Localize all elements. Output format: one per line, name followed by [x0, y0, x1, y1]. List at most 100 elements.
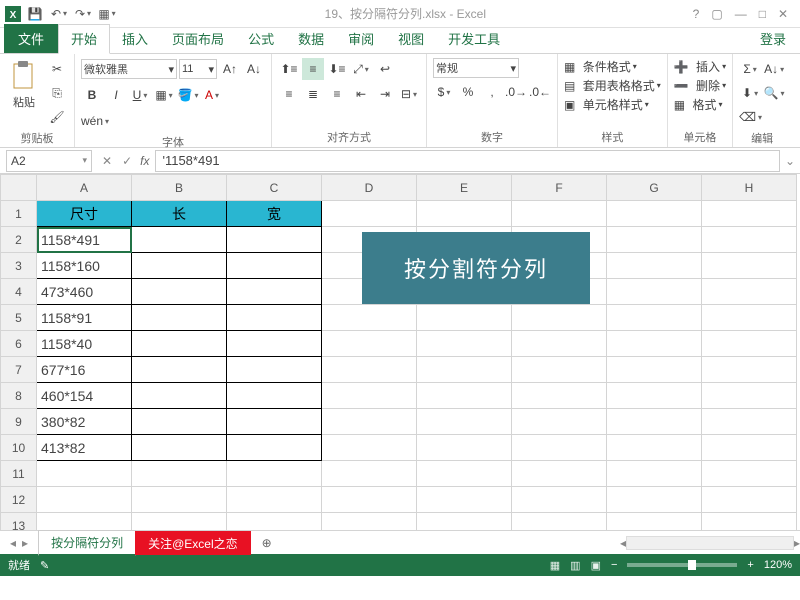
- tab-review[interactable]: 审阅: [336, 25, 386, 53]
- cell-A12[interactable]: [37, 487, 132, 513]
- insert-cells-button[interactable]: ➕ 插入▾: [674, 58, 726, 75]
- col-header-B[interactable]: B: [132, 175, 227, 201]
- cell-E12[interactable]: [417, 487, 512, 513]
- decrease-indent-icon[interactable]: ⇤: [350, 83, 372, 105]
- sheet-tab-1[interactable]: 按分隔符分列: [38, 530, 136, 556]
- grid[interactable]: ABCDEFGH1尺寸长宽21158*49131158*1604473*4605…: [0, 174, 800, 530]
- name-box[interactable]: A2▾: [6, 150, 92, 172]
- cell-E10[interactable]: [417, 435, 512, 461]
- row-header-7[interactable]: 7: [1, 357, 37, 383]
- cell-A4[interactable]: 473*460: [37, 279, 132, 305]
- cancel-formula-icon[interactable]: ✕: [102, 154, 112, 168]
- increase-indent-icon[interactable]: ⇥: [374, 83, 396, 105]
- cell-H2[interactable]: [702, 227, 797, 253]
- cell-G1[interactable]: [607, 201, 702, 227]
- row-header-6[interactable]: 6: [1, 331, 37, 357]
- row-header-11[interactable]: 11: [1, 461, 37, 487]
- cell-B9[interactable]: [132, 409, 227, 435]
- tab-developer[interactable]: 开发工具: [436, 25, 512, 53]
- close-icon[interactable]: ✕: [778, 7, 788, 21]
- cell-C12[interactable]: [227, 487, 322, 513]
- cell-F10[interactable]: [512, 435, 607, 461]
- bold-button[interactable]: B: [81, 84, 103, 106]
- row-header-10[interactable]: 10: [1, 435, 37, 461]
- cell-E11[interactable]: [417, 461, 512, 487]
- cell-H11[interactable]: [702, 461, 797, 487]
- delete-cells-button[interactable]: ➖ 删除▾: [674, 77, 726, 94]
- col-header-F[interactable]: F: [512, 175, 607, 201]
- row-header-5[interactable]: 5: [1, 305, 37, 331]
- cut-icon[interactable]: ✂: [46, 58, 68, 80]
- cell-B12[interactable]: [132, 487, 227, 513]
- conditional-format-button[interactable]: ▦ 条件格式▾: [564, 58, 661, 75]
- undo-icon[interactable]: ↶: [48, 3, 70, 25]
- decrease-font-icon[interactable]: A↓: [243, 58, 265, 80]
- cell-C11[interactable]: [227, 461, 322, 487]
- tab-data[interactable]: 数据: [286, 25, 336, 53]
- cell-G3[interactable]: [607, 253, 702, 279]
- cell-H8[interactable]: [702, 383, 797, 409]
- cell-D12[interactable]: [322, 487, 417, 513]
- cell-C7[interactable]: [227, 357, 322, 383]
- cell-G8[interactable]: [607, 383, 702, 409]
- cell-E9[interactable]: [417, 409, 512, 435]
- cell-H13[interactable]: [702, 513, 797, 531]
- font-family-select[interactable]: 微软雅黑▾: [81, 59, 177, 79]
- row-header-4[interactable]: 4: [1, 279, 37, 305]
- font-size-select[interactable]: 11▾: [179, 59, 217, 79]
- fill-color-icon[interactable]: 🪣: [177, 84, 199, 106]
- cell-D9[interactable]: [322, 409, 417, 435]
- col-header-C[interactable]: C: [227, 175, 322, 201]
- row-header-2[interactable]: 2: [1, 227, 37, 253]
- paste-button[interactable]: 粘贴: [6, 58, 42, 112]
- cell-H4[interactable]: [702, 279, 797, 305]
- tab-insert[interactable]: 插入: [110, 25, 160, 53]
- view-page-layout-icon[interactable]: ▥: [570, 559, 580, 572]
- cell-H1[interactable]: [702, 201, 797, 227]
- sheet-nav-first-icon[interactable]: ◂: [10, 536, 16, 550]
- horizontal-scrollbar[interactable]: ◂▸: [620, 536, 800, 550]
- cell-G6[interactable]: [607, 331, 702, 357]
- cell-F1[interactable]: [512, 201, 607, 227]
- tab-home[interactable]: 开始: [58, 24, 110, 54]
- tab-view[interactable]: 视图: [386, 25, 436, 53]
- cell-D1[interactable]: [322, 201, 417, 227]
- cell-D10[interactable]: [322, 435, 417, 461]
- percent-icon[interactable]: %: [457, 81, 479, 103]
- cell-H10[interactable]: [702, 435, 797, 461]
- orientation-icon[interactable]: ⤢: [350, 58, 372, 80]
- cell-G11[interactable]: [607, 461, 702, 487]
- cell-C13[interactable]: [227, 513, 322, 531]
- cell-D11[interactable]: [322, 461, 417, 487]
- cell-F5[interactable]: [512, 305, 607, 331]
- cell-A2[interactable]: 1158*491: [37, 227, 132, 253]
- cell-A13[interactable]: [37, 513, 132, 531]
- zoom-in-icon[interactable]: +: [747, 559, 753, 571]
- cell-B10[interactable]: [132, 435, 227, 461]
- cell-C10[interactable]: [227, 435, 322, 461]
- align-center-icon[interactable]: ≣: [302, 83, 324, 105]
- col-header-H[interactable]: H: [702, 175, 797, 201]
- cell-F11[interactable]: [512, 461, 607, 487]
- cell-F6[interactable]: [512, 331, 607, 357]
- sheet-nav-last-icon[interactable]: ▸: [22, 536, 28, 550]
- cell-A5[interactable]: 1158*91: [37, 305, 132, 331]
- cell-B2[interactable]: [132, 227, 227, 253]
- cell-A10[interactable]: 413*82: [37, 435, 132, 461]
- cell-E13[interactable]: [417, 513, 512, 531]
- align-right-icon[interactable]: ≡: [326, 83, 348, 105]
- macro-record-icon[interactable]: ✎: [40, 559, 49, 572]
- cell-C2[interactable]: [227, 227, 322, 253]
- clear-icon[interactable]: ⌫: [739, 106, 762, 128]
- cell-G2[interactable]: [607, 227, 702, 253]
- cell-B1[interactable]: 长: [132, 201, 227, 227]
- cell-B3[interactable]: [132, 253, 227, 279]
- format-as-table-button[interactable]: ▤ 套用表格格式▾: [564, 77, 661, 94]
- format-cells-button[interactable]: ▦ 格式▾: [674, 96, 726, 113]
- cell-G9[interactable]: [607, 409, 702, 435]
- select-all-corner[interactable]: [1, 175, 37, 201]
- cell-E6[interactable]: [417, 331, 512, 357]
- col-header-A[interactable]: A: [37, 175, 132, 201]
- cell-D7[interactable]: [322, 357, 417, 383]
- tab-file[interactable]: 文件: [4, 24, 58, 53]
